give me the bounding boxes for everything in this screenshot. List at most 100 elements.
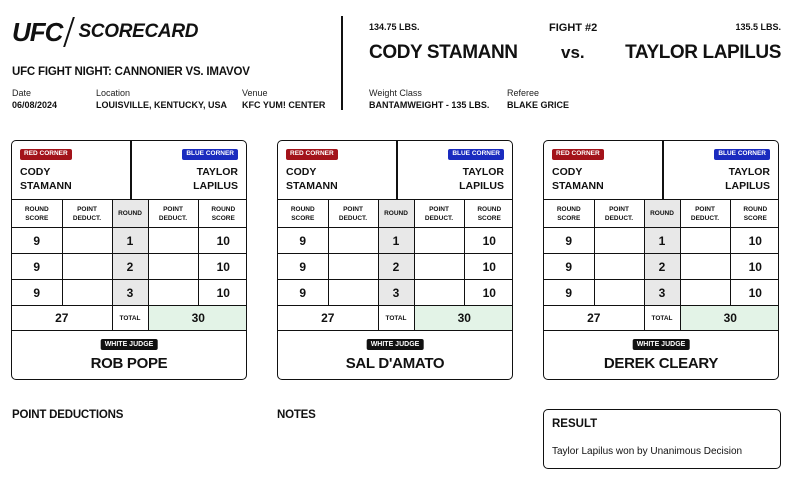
venue-value: KFC YUM! CENTER [242, 100, 326, 110]
blue-first-name: TAYLOR [728, 166, 770, 178]
red-corner-badge: RED CORNER [20, 149, 72, 160]
red-total: 27 [12, 305, 113, 331]
white-judge-badge: WHITE JUDGE [100, 339, 158, 350]
red-round-score: 9 [278, 279, 329, 306]
corner-divider [662, 141, 664, 199]
red-weight: 134.75 LBS. [369, 22, 420, 32]
red-first-name: CODY [20, 166, 51, 178]
blue-fighter-name: TAYLOR LAPILUS [625, 42, 781, 63]
blue-point-deduction [413, 227, 465, 254]
red-last-name: STAMANN [20, 180, 72, 192]
blue-round-score: 10 [463, 279, 512, 306]
notes-title: NOTES [277, 409, 316, 421]
blue-point-deduction [679, 279, 731, 306]
red-point-deduction [327, 253, 379, 280]
blue-round-score-header: ROUND SCORE [197, 199, 246, 228]
red-round-score: 9 [12, 227, 63, 254]
logo-divider [63, 17, 76, 47]
red-round-score: 9 [544, 279, 595, 306]
blue-first-name: TAYLOR [196, 166, 238, 178]
blue-last-name: LAPILUS [193, 180, 238, 192]
red-corner-badge: RED CORNER [286, 149, 338, 160]
red-last-name: STAMANN [286, 180, 338, 192]
judge-scorecard: RED CORNER CODY STAMANN BLUE CORNER TAYLO… [11, 140, 247, 380]
red-point-deduction [593, 227, 645, 254]
blue-total: 30 [147, 305, 246, 331]
blue-corner-name: TAYLOR LAPILUS [459, 165, 504, 193]
round-number: 3 [377, 279, 415, 306]
ufc-scorecard-logo: UFC SCORECARD [12, 16, 199, 47]
judge-name: ROB POPE [90, 355, 168, 372]
blue-round-score: 10 [463, 227, 512, 254]
red-point-deduction [327, 279, 379, 306]
scorecard-title: SCORECARD [78, 21, 199, 42]
red-round-score: 9 [12, 253, 63, 280]
blue-point-deduction [679, 253, 731, 280]
red-round-score: 9 [544, 253, 595, 280]
corner-header: RED CORNER CODY STAMANN BLUE CORNER TAYLO… [12, 141, 246, 200]
result-text: Taylor Lapilus won by Unanimous Decision [552, 446, 743, 457]
red-total: 27 [278, 305, 379, 331]
score-header-row: ROUND SCORE POINT DEDUCT. ROUND POINT DEDUC… [278, 199, 512, 228]
blue-point-deduct-header: POINT DEDUCT. [413, 199, 465, 228]
score-header-row: ROUND SCORE POINT DEDUCT. ROUND POINT DEDUC… [12, 199, 246, 228]
blue-last-name: LAPILUS [459, 180, 504, 192]
red-corner-badge: RED CORNER [552, 149, 604, 160]
round-number: 2 [643, 253, 681, 280]
round-row: 9 2 10 [278, 253, 512, 280]
result-title: RESULT [552, 418, 598, 430]
date-value: 06/08/2024 [12, 100, 58, 110]
result-box: RESULT Taylor Lapilus won by Unanimous D… [543, 409, 781, 469]
blue-point-deduction [413, 253, 465, 280]
round-number: 1 [111, 227, 149, 254]
blue-corner-badge: BLUE CORNER [714, 149, 770, 160]
red-round-score-header: ROUND SCORE [544, 199, 595, 228]
round-number: 2 [111, 253, 149, 280]
blue-first-name: TAYLOR [462, 166, 504, 178]
round-row: 9 3 10 [278, 279, 512, 306]
red-round-score-header: ROUND SCORE [278, 199, 329, 228]
blue-point-deduction [679, 227, 731, 254]
round-row: 9 1 10 [278, 227, 512, 254]
blue-point-deduction [147, 253, 199, 280]
weight-class-value: BANTAMWEIGHT - 135 LBS. [369, 100, 490, 110]
red-point-deduction [61, 253, 113, 280]
red-point-deduction [61, 227, 113, 254]
red-corner-name: CODY STAMANN [286, 165, 338, 193]
round-number: 1 [377, 227, 415, 254]
total-row: 27 TOTAL 30 [12, 305, 246, 331]
blue-weight: 135.5 LBS. [735, 22, 781, 32]
blue-total: 30 [679, 305, 778, 331]
venue-label: Venue [242, 88, 268, 98]
round-header: ROUND [643, 199, 681, 228]
header-divider [341, 16, 343, 110]
blue-last-name: LAPILUS [725, 180, 770, 192]
blue-round-score: 10 [729, 227, 778, 254]
corner-header: RED CORNER CODY STAMANN BLUE CORNER TAYLO… [544, 141, 778, 200]
judge-name: SAL D'AMATO [345, 355, 445, 372]
round-row: 9 1 10 [12, 227, 246, 254]
red-round-score-header: ROUND SCORE [12, 199, 63, 228]
judge-name: DEREK CLEARY [603, 355, 719, 372]
blue-corner-name: TAYLOR LAPILUS [193, 165, 238, 193]
red-point-deduction [593, 279, 645, 306]
total-row: 27 TOTAL 30 [278, 305, 512, 331]
blue-corner-name: TAYLOR LAPILUS [725, 165, 770, 193]
total-label: TOTAL [111, 305, 149, 331]
ufc-logo: UFC [12, 16, 63, 47]
blue-point-deduction [147, 279, 199, 306]
blue-round-score: 10 [197, 227, 246, 254]
total-label: TOTAL [643, 305, 681, 331]
round-header: ROUND [377, 199, 415, 228]
blue-round-score-header: ROUND SCORE [463, 199, 512, 228]
red-point-deduct-header: POINT DEDUCT. [327, 199, 379, 228]
date-label: Date [12, 88, 32, 98]
blue-point-deduction [147, 227, 199, 254]
round-row: 9 1 10 [544, 227, 778, 254]
red-fighter-name: CODY STAMANN [369, 42, 518, 63]
corner-divider [396, 141, 398, 199]
blue-point-deduct-header: POINT DEDUCT. [147, 199, 199, 228]
white-judge-badge: WHITE JUDGE [632, 339, 690, 350]
red-round-score: 9 [544, 227, 595, 254]
corner-header: RED CORNER CODY STAMANN BLUE CORNER TAYLO… [278, 141, 512, 200]
